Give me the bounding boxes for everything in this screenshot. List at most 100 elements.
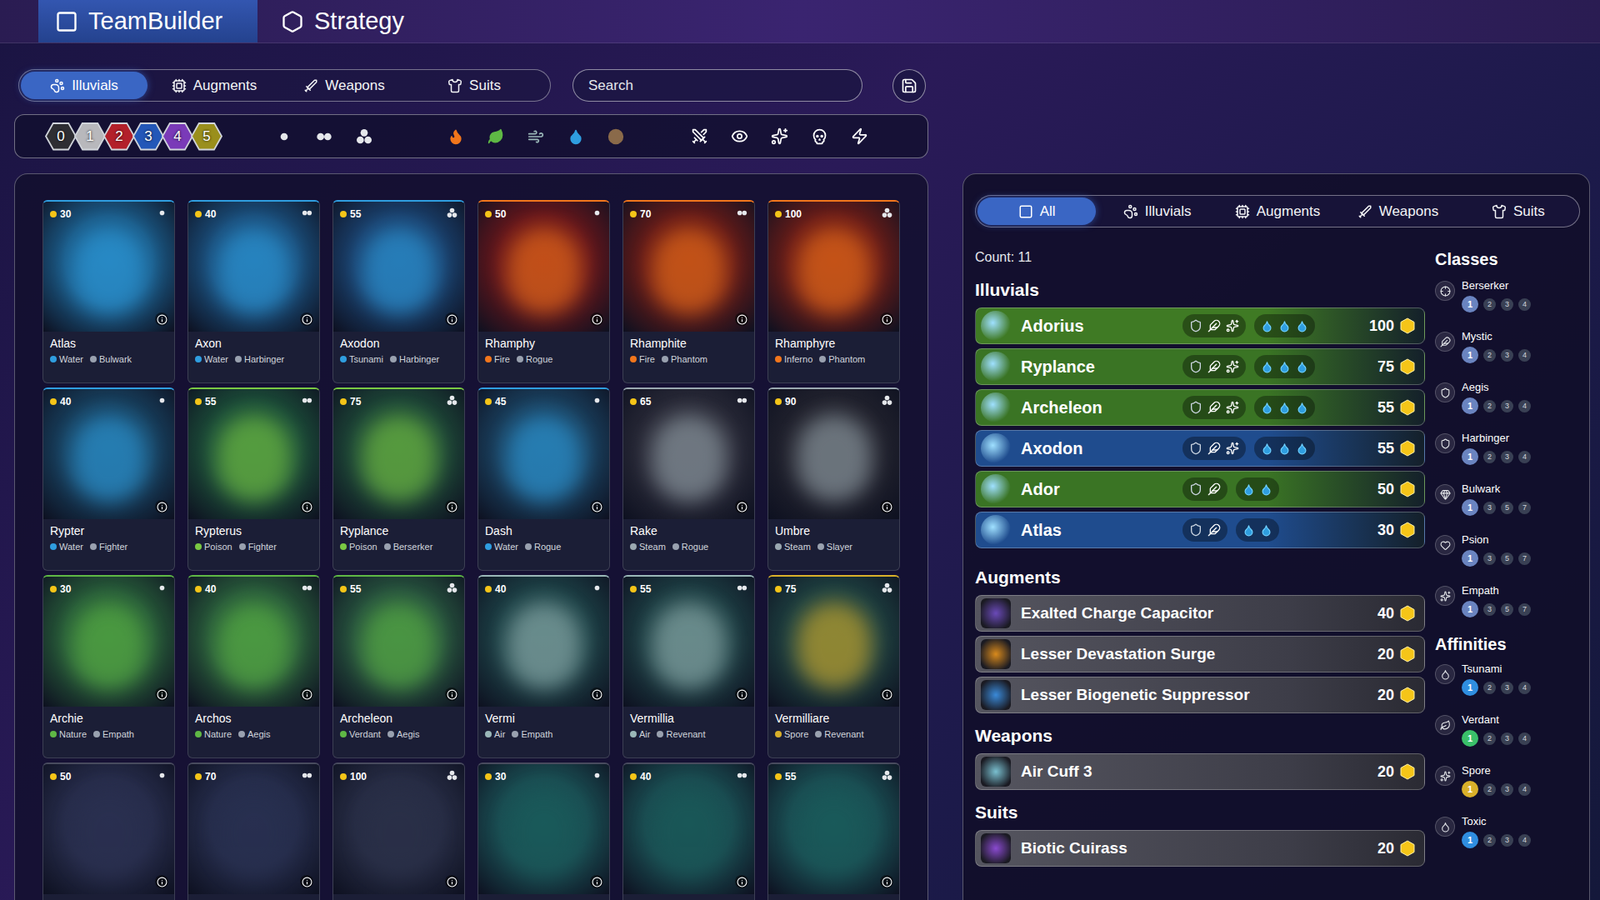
illuvial-card[interactable]: 40ArchosNatureAegis bbox=[187, 575, 320, 759]
category-tab[interactable]: Weapons bbox=[280, 71, 408, 100]
team-suit-row[interactable]: Biotic Cuirass20 bbox=[975, 830, 1425, 867]
category-tab[interactable]: Weapons bbox=[1338, 197, 1457, 225]
class-filter[interactable] bbox=[690, 127, 709, 146]
class-filter[interactable] bbox=[770, 127, 789, 146]
info-icon[interactable] bbox=[591, 689, 603, 700]
info-icon[interactable] bbox=[301, 501, 313, 513]
affinity-synergy[interactable]: Tsunami1234 bbox=[1435, 662, 1578, 696]
team-illuvial-row[interactable]: Archeleon55 bbox=[975, 389, 1425, 426]
nav-tab[interactable]: Strategy bbox=[264, 0, 421, 43]
info-icon[interactable] bbox=[301, 689, 313, 700]
illuvial-card[interactable]: 100RhamphyreInfernoPhantom bbox=[767, 200, 900, 384]
illuvial-card[interactable]: 30AtlasWaterBulwark bbox=[42, 200, 175, 384]
stage-filter[interactable] bbox=[275, 127, 294, 146]
class-synergy[interactable]: Harbinger1234 bbox=[1435, 431, 1578, 465]
info-icon[interactable] bbox=[881, 314, 893, 325]
class-synergy[interactable]: Berserker1234 bbox=[1435, 279, 1578, 313]
info-icon[interactable] bbox=[301, 876, 313, 888]
illuvial-card[interactable]: 40AxonWaterHarbinger bbox=[187, 200, 320, 384]
team-illuvial-row[interactable]: Atlas30 bbox=[975, 511, 1425, 549]
info-icon[interactable] bbox=[156, 501, 168, 513]
illuvial-card[interactable]: 70RhamphiteFirePhantom bbox=[622, 200, 755, 384]
illuvial-card[interactable]: 40 bbox=[622, 762, 755, 900]
affinity-synergy[interactable]: Toxic1234 bbox=[1435, 815, 1578, 849]
save-button[interactable] bbox=[892, 69, 926, 103]
team-illuvial-row[interactable]: Axodon55 bbox=[975, 430, 1425, 467]
class-synergy[interactable]: Empath1357 bbox=[1435, 584, 1578, 618]
info-icon[interactable] bbox=[156, 314, 168, 325]
illuvial-card[interactable]: 55RypterusPoisonFighter bbox=[187, 387, 320, 571]
illuvial-card[interactable]: 65RakeSteamRogue bbox=[622, 387, 755, 571]
tier-filter[interactable]: 3 bbox=[132, 122, 165, 151]
illuvial-card[interactable]: 75RyplancePoisonBerserker bbox=[332, 387, 465, 571]
illuvial-card[interactable]: 70 bbox=[187, 762, 320, 900]
affinity-filter[interactable] bbox=[446, 127, 465, 146]
info-icon[interactable] bbox=[446, 501, 458, 513]
tier-filter[interactable]: 5 bbox=[190, 122, 223, 151]
affinity-filter[interactable] bbox=[526, 127, 545, 146]
tier-filter[interactable]: 1 bbox=[74, 122, 106, 151]
category-tab[interactable]: Suits bbox=[410, 71, 538, 100]
info-icon[interactable] bbox=[881, 501, 893, 513]
class-synergy[interactable]: Aegis1234 bbox=[1435, 380, 1578, 415]
info-icon[interactable] bbox=[446, 689, 458, 700]
illuvial-card[interactable]: 100 bbox=[332, 762, 465, 900]
tier-filter[interactable]: 2 bbox=[103, 122, 135, 151]
illuvial-card[interactable]: 50RhamphyFireRogue bbox=[477, 200, 610, 384]
illuvial-card[interactable]: 45DashWaterRogue bbox=[477, 387, 610, 571]
affinity-filter[interactable] bbox=[566, 127, 585, 146]
category-tab[interactable]: Augments bbox=[150, 71, 278, 100]
class-filter[interactable] bbox=[850, 127, 869, 146]
illuvial-card[interactable]: 55VermilliaAirRevenant bbox=[622, 575, 755, 759]
info-icon[interactable] bbox=[156, 689, 168, 700]
affinity-synergy[interactable]: Spore1234 bbox=[1435, 764, 1578, 798]
info-icon[interactable] bbox=[301, 314, 313, 325]
class-filter[interactable] bbox=[810, 127, 829, 146]
class-filter[interactable] bbox=[730, 127, 749, 146]
team-weapon-row[interactable]: Air Cuff 320 bbox=[975, 753, 1425, 790]
info-icon[interactable] bbox=[156, 876, 168, 888]
category-tab[interactable]: Augments bbox=[1218, 197, 1337, 225]
team-illuvial-row[interactable]: Ador50 bbox=[975, 470, 1425, 508]
info-icon[interactable] bbox=[591, 501, 603, 513]
search-field[interactable]: Search bbox=[572, 69, 863, 102]
team-augment-row[interactable]: Exalted Charge Capacitor40 bbox=[975, 595, 1425, 632]
info-icon[interactable] bbox=[446, 876, 458, 888]
affinity-synergy[interactable]: Verdant1234 bbox=[1435, 713, 1578, 747]
stage-filter[interactable] bbox=[315, 127, 334, 146]
illuvial-card[interactable]: 40VermiAirEmpath bbox=[477, 575, 610, 759]
class-synergy[interactable]: Mystic1234 bbox=[1435, 330, 1578, 364]
team-augment-row[interactable]: Lesser Biogenetic Suppressor20 bbox=[975, 676, 1425, 714]
category-tab[interactable]: Suits bbox=[1459, 197, 1578, 225]
illuvial-card[interactable]: 90UmbreSteamSlayer bbox=[767, 387, 900, 571]
illuvial-card[interactable]: 30ArchieNatureEmpath bbox=[42, 575, 175, 759]
affinity-filter[interactable] bbox=[486, 127, 505, 146]
info-icon[interactable] bbox=[446, 314, 458, 325]
info-icon[interactable] bbox=[736, 689, 748, 700]
category-tab[interactable]: Illuvials bbox=[1097, 197, 1216, 225]
tier-filter[interactable]: 0 bbox=[45, 122, 77, 151]
class-synergy[interactable]: Bulwark1357 bbox=[1435, 482, 1578, 516]
category-tab[interactable]: Illuvials bbox=[20, 71, 148, 100]
info-icon[interactable] bbox=[736, 314, 748, 325]
tier-filter[interactable]: 4 bbox=[161, 122, 194, 151]
info-icon[interactable] bbox=[736, 876, 748, 888]
class-synergy[interactable]: Psion1357 bbox=[1435, 533, 1578, 567]
info-icon[interactable] bbox=[591, 876, 603, 888]
team-augment-row[interactable]: Lesser Devastation Surge20 bbox=[975, 635, 1425, 673]
team-illuvial-row[interactable]: Adorius100 bbox=[975, 307, 1425, 345]
illuvial-card[interactable]: 30 bbox=[477, 762, 610, 900]
illuvial-card[interactable]: 55AxodonTsunamiHarbinger bbox=[332, 200, 465, 384]
illuvial-card[interactable]: 55ArcheleonVerdantAegis bbox=[332, 575, 465, 759]
stage-filter[interactable] bbox=[355, 127, 374, 146]
info-icon[interactable] bbox=[736, 501, 748, 513]
illuvial-card[interactable]: 40RypterWaterFighter bbox=[42, 387, 175, 571]
team-illuvial-row[interactable]: Ryplance75 bbox=[975, 348, 1425, 385]
category-tab[interactable]: All bbox=[977, 197, 1096, 225]
info-icon[interactable] bbox=[881, 689, 893, 700]
info-icon[interactable] bbox=[881, 876, 893, 888]
info-icon[interactable] bbox=[591, 314, 603, 325]
illuvial-card[interactable]: 50 bbox=[42, 762, 175, 900]
illuvial-card[interactable]: 55 bbox=[767, 762, 900, 900]
nav-tab[interactable]: TeamBuilder bbox=[38, 0, 258, 43]
